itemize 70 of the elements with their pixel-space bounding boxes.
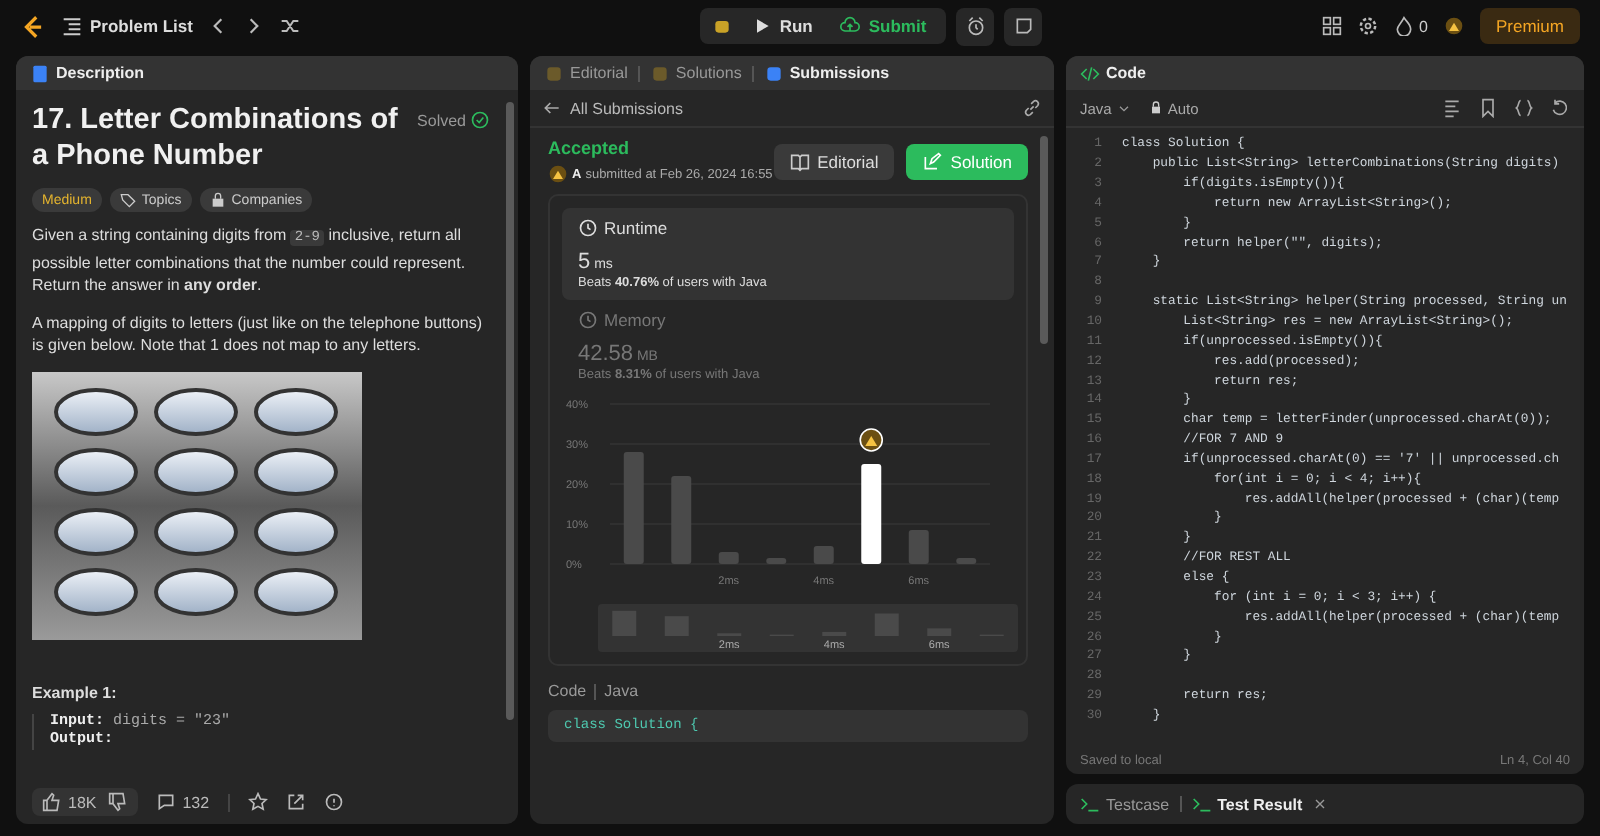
example-heading: Example 1:	[32, 683, 119, 701]
clock-icon	[578, 218, 598, 238]
run-button[interactable]: Run	[743, 12, 821, 40]
link-icon[interactable]	[1022, 98, 1042, 118]
document-icon	[30, 63, 50, 83]
braces-icon[interactable]	[1514, 98, 1534, 118]
solved-status: Solved	[417, 110, 490, 130]
shuffle-icon[interactable]	[280, 16, 301, 36]
note-icon	[1013, 16, 1034, 36]
code-tab[interactable]: Code	[1080, 63, 1146, 83]
chevron-down-icon	[1115, 100, 1132, 116]
metric-label: Memory	[604, 310, 666, 330]
list-icon	[62, 16, 82, 36]
thumbs-up-icon	[42, 792, 62, 812]
back-link[interactable]: All Submissions	[542, 98, 683, 118]
format-icon[interactable]	[1442, 98, 1462, 118]
check-circle-icon	[470, 110, 490, 130]
panel-tab[interactable]: Solutions	[649, 63, 742, 83]
streak-count: 0	[1419, 17, 1428, 35]
notes-button[interactable]	[1004, 7, 1043, 45]
tag-icon	[119, 192, 136, 208]
accepted-status: Accepted	[548, 138, 632, 158]
code-label: Code	[548, 682, 587, 700]
scrollbar[interactable]	[1040, 136, 1048, 344]
alarm-clock-icon	[965, 16, 986, 36]
share-icon[interactable]	[285, 792, 306, 812]
lock-icon	[209, 192, 226, 208]
layout-icon[interactable]	[1321, 16, 1342, 36]
avatar-icon[interactable]	[1443, 16, 1464, 36]
help-icon[interactable]	[323, 792, 344, 812]
back-arrow-icon	[542, 98, 562, 118]
description-tab[interactable]: Description	[30, 63, 145, 83]
timer-button[interactable]	[956, 7, 995, 45]
terminal-icon	[1191, 794, 1212, 814]
tab-icon	[763, 63, 784, 83]
problem-list-link[interactable]: Problem List	[90, 16, 193, 36]
book-icon	[789, 151, 810, 171]
avatar-marker-icon	[859, 428, 884, 452]
logo-icon[interactable]	[20, 13, 46, 39]
bookmark-icon[interactable]	[1478, 98, 1498, 118]
panel-tab[interactable]: Testcase	[1080, 794, 1170, 814]
code-icon	[1080, 63, 1100, 83]
play-icon	[751, 16, 772, 36]
tab-icon	[649, 63, 670, 83]
problem-title: 17. Letter Combinations of a Phone Number	[32, 102, 400, 174]
panel-tab[interactable]: Editorial	[544, 63, 628, 83]
comment-icon	[156, 792, 177, 812]
bar[interactable]	[861, 464, 882, 564]
submit-button[interactable]: Submit	[832, 12, 935, 40]
panel-tab[interactable]: Submissions	[763, 63, 890, 83]
lock-icon	[1147, 100, 1164, 116]
panel-tab[interactable]: Test Result	[1191, 794, 1303, 814]
cloud-upload-icon	[840, 16, 861, 36]
description-paragraph: A mapping of digits to letters (just like on the telephone buttons) is given below. Note that 1 does not map to any letters.	[32, 311, 485, 357]
editorial-button[interactable]: Editorial	[773, 143, 895, 179]
avatar-icon	[548, 164, 568, 184]
scrollbar[interactable]	[506, 102, 514, 720]
settings-icon[interactable]	[1357, 16, 1378, 36]
clock-icon	[578, 310, 598, 330]
premium-button[interactable]: Premium	[1479, 8, 1580, 44]
code-language: Java	[604, 682, 639, 700]
reset-icon[interactable]	[1550, 98, 1570, 118]
close-icon[interactable]	[1312, 796, 1329, 812]
dislike-icon[interactable]	[108, 792, 129, 812]
star-icon[interactable]	[247, 792, 268, 812]
metric-label: Runtime	[604, 218, 668, 238]
tab-icon	[544, 63, 564, 83]
terminal-icon	[1080, 794, 1100, 814]
comments-button[interactable]: 132	[156, 792, 210, 812]
edit-icon	[922, 151, 943, 171]
